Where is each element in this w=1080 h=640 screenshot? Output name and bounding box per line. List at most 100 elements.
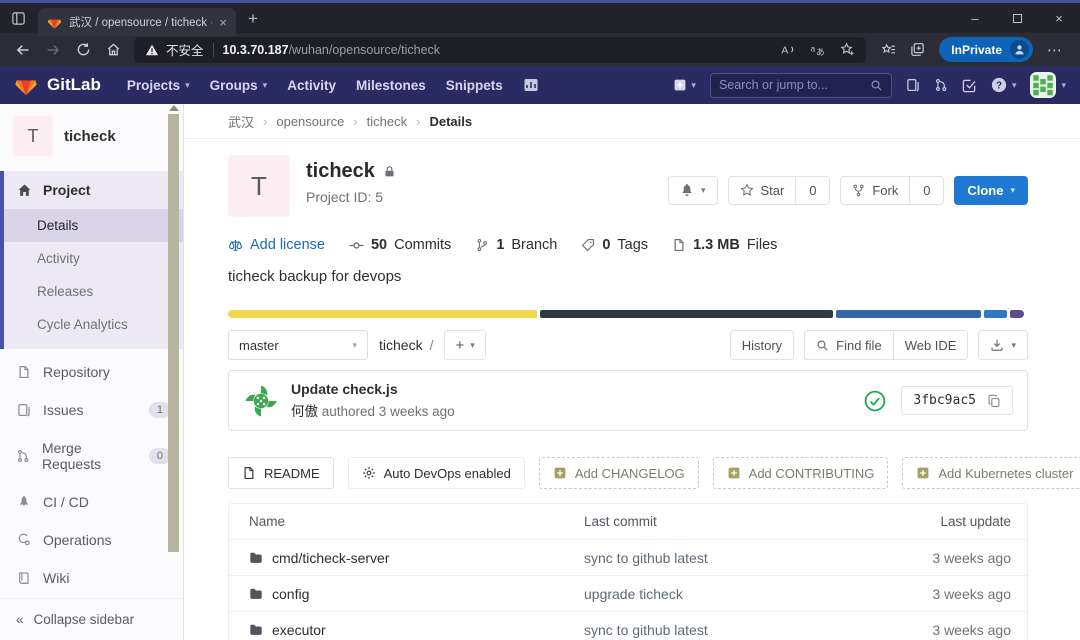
browser-menu-icon[interactable]: ⋯	[1047, 41, 1063, 59]
browser-tab[interactable]: 武汉 / opensource / ticheck · Gi ×	[38, 8, 236, 36]
back-icon[interactable]	[8, 36, 38, 64]
fork-button[interactable]: Fork	[840, 175, 911, 205]
pipeline-status-icon[interactable]	[864, 390, 886, 412]
download-button[interactable]: ▾	[978, 330, 1028, 360]
web-ide-button[interactable]: Web IDE	[892, 330, 969, 360]
breadcrumb-item[interactable]: opensource	[276, 114, 344, 129]
collapse-sidebar-button[interactable]: « Collapse sidebar	[0, 598, 183, 640]
readme-button[interactable]: README	[228, 457, 334, 489]
charts-icon[interactable]	[513, 77, 549, 93]
add-file-button[interactable]: + ▾	[444, 330, 486, 360]
add-changelog-button[interactable]: Add CHANGELOG	[538, 457, 699, 489]
inprivate-badge[interactable]: InPrivate	[939, 37, 1033, 62]
sidebar-subitem-activity[interactable]: Activity	[4, 242, 183, 275]
sidebar-item-repository[interactable]: Repository	[4, 353, 183, 391]
commit-author[interactable]: 何傲	[291, 404, 318, 419]
sidebar-item-ci-cd[interactable]: CI / CD	[4, 483, 183, 521]
clone-button[interactable]: Clone ▾	[954, 175, 1028, 205]
collections-icon[interactable]	[910, 42, 925, 57]
star-group: Star 0	[727, 175, 831, 205]
license-icon	[228, 238, 243, 253]
user-menu[interactable]: ▾	[1030, 72, 1066, 98]
commit-title[interactable]: Update check.js	[291, 381, 455, 397]
navbar-link-activity[interactable]: Activity	[277, 66, 346, 104]
clone-label: Clone	[967, 182, 1004, 198]
sidebar-item-project[interactable]: Project	[4, 171, 183, 209]
avatar	[1030, 72, 1057, 98]
navbar-link-projects[interactable]: Projects ▾	[117, 66, 200, 104]
issues-icon[interactable]	[906, 78, 920, 92]
tab-actions-icon[interactable]	[11, 11, 26, 26]
overview-buttons: README Auto DevOps enabled Add CHANGELOG Ad…	[228, 457, 1080, 489]
file-name-cell[interactable]: cmd/ticheck-server	[249, 550, 584, 566]
file-commit-message[interactable]: sync to github latest	[584, 622, 851, 638]
help-menu[interactable]: ? ▾	[991, 77, 1016, 93]
url-text: 10.3.70.187/wuhan/opensource/ticheck	[223, 43, 441, 57]
svg-text:A: A	[782, 45, 789, 56]
new-menu-button[interactable]: ▾	[673, 78, 696, 92]
plus-square-icon	[916, 466, 930, 480]
scrollbar-thumb[interactable]	[168, 114, 179, 552]
gitlab-favicon	[47, 15, 62, 30]
file-commit-message[interactable]: sync to github latest	[584, 550, 851, 566]
tab-close-icon[interactable]: ×	[219, 15, 227, 30]
navbar-link-milestones[interactable]: Milestones	[346, 66, 436, 104]
sidebar-subitem-details[interactable]: Details	[4, 209, 183, 242]
navbar-link-groups[interactable]: Groups ▾	[200, 66, 278, 104]
navbar-link-snippets[interactable]: Snippets	[436, 66, 513, 104]
add-contributing-button[interactable]: Add CONTRIBUTING	[712, 457, 889, 489]
copy-icon[interactable]	[987, 394, 1001, 408]
stat-tags[interactable]: 0 Tags	[581, 237, 648, 253]
todos-icon[interactable]	[962, 78, 977, 93]
star-button[interactable]: Star	[727, 175, 797, 205]
star-count[interactable]: 0	[796, 175, 831, 205]
find-file-button[interactable]: Find file	[804, 330, 894, 360]
sidebar-subitem-cycle-analytics[interactable]: Cycle Analytics	[4, 308, 183, 341]
breadcrumb-item[interactable]: ticheck	[367, 114, 407, 129]
sidebar-subitem-releases[interactable]: Releases	[4, 275, 183, 308]
file-name-cell[interactable]: executor	[249, 622, 584, 638]
favorites-icon[interactable]	[881, 42, 896, 57]
read-aloud-icon[interactable]: A	[780, 42, 795, 57]
add-favorite-icon[interactable]	[840, 42, 855, 57]
branch-selector[interactable]: master ▾	[228, 330, 368, 360]
sidebar-item-issues[interactable]: Issues 1	[4, 391, 183, 429]
maximize-button[interactable]	[996, 3, 1038, 33]
sidebar-item-merge-requests[interactable]: Merge Requests 0	[4, 429, 183, 483]
stat-add-license[interactable]: Add license	[228, 237, 325, 253]
close-button[interactable]: ×	[1038, 3, 1080, 33]
sidebar-scrollbar[interactable]	[168, 105, 180, 557]
gitlab-logo[interactable]: GitLab	[14, 73, 101, 97]
url-path: /wuhan/opensource/ticheck	[288, 42, 441, 57]
fork-count[interactable]: 0	[910, 175, 945, 205]
scroll-up-icon[interactable]	[169, 105, 179, 111]
tree-root-link[interactable]: ticheck	[379, 337, 423, 353]
merge-requests-icon[interactable]	[934, 78, 948, 92]
notifications-button[interactable]: ▾	[667, 175, 718, 205]
stat-files[interactable]: 1.3 MB Files	[672, 237, 777, 253]
minimize-button[interactable]: –	[954, 3, 996, 33]
project-description: ticheck backup for devops	[228, 268, 402, 285]
stat-commits[interactable]: 50 Commits	[349, 237, 451, 253]
browser-toolbar: 不安全 10.3.70.187/wuhan/opensource/ticheck…	[0, 33, 1080, 66]
sidebar-item-wiki[interactable]: Wiki	[4, 559, 183, 597]
translate-icon[interactable]: aあ	[810, 42, 825, 57]
address-bar[interactable]: 不安全 10.3.70.187/wuhan/opensource/ticheck…	[134, 36, 867, 63]
svg-text:?: ?	[996, 81, 1002, 92]
auto-devops-enabled-button[interactable]: Auto DevOps enabled	[347, 457, 525, 489]
sidebar-project-title[interactable]: T ticheck	[0, 104, 183, 167]
refresh-icon[interactable]	[68, 36, 98, 64]
file-commit-message[interactable]: upgrade ticheck	[584, 586, 851, 602]
home-icon[interactable]	[98, 36, 128, 64]
search-input[interactable]	[718, 78, 864, 92]
sidebar-item-operations[interactable]: Operations	[4, 521, 183, 559]
add-kubernetes-cluster-button[interactable]: Add Kubernetes cluster	[902, 457, 1080, 489]
file-name-cell[interactable]: config	[249, 586, 584, 602]
history-button[interactable]: History	[729, 330, 795, 360]
new-tab-button[interactable]: +	[248, 9, 258, 29]
forward-icon[interactable]	[38, 36, 68, 64]
breadcrumb-item[interactable]: 武汉	[228, 112, 254, 131]
stat-branch[interactable]: 1 Branch	[475, 237, 557, 253]
global-search[interactable]	[709, 72, 892, 98]
security-chip[interactable]: 不安全	[145, 40, 204, 59]
